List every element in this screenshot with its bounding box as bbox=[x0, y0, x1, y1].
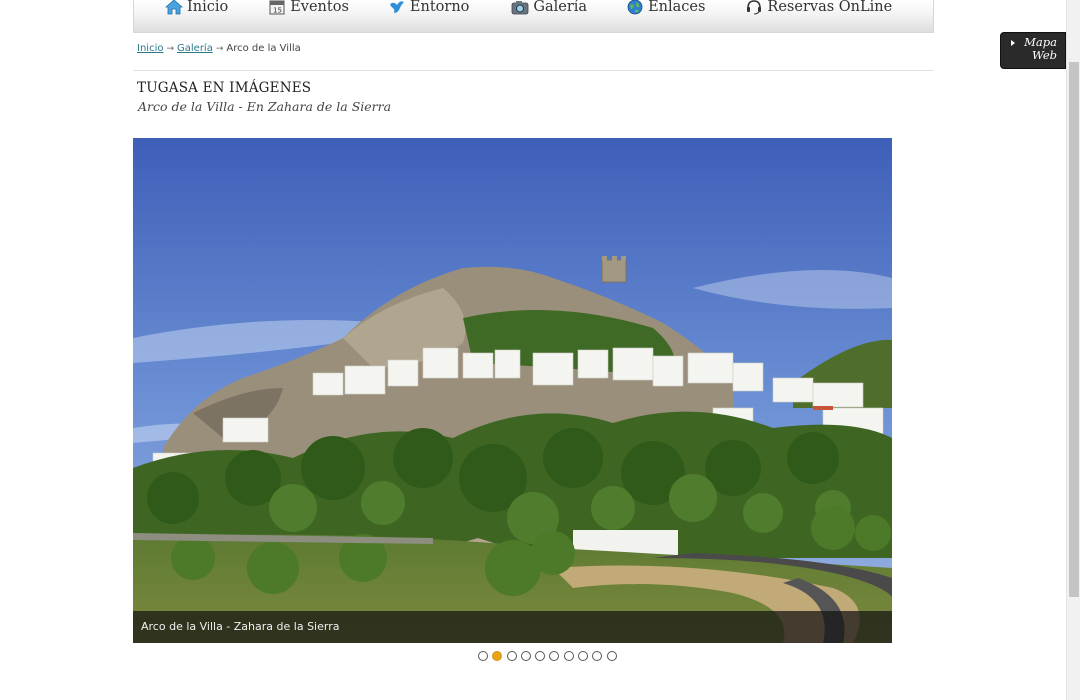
home-icon bbox=[164, 0, 184, 15]
slideshow-pager bbox=[478, 651, 617, 661]
pager-dot[interactable] bbox=[520, 651, 531, 661]
globe-icon bbox=[626, 0, 644, 15]
headset-icon bbox=[745, 0, 763, 15]
bird-icon bbox=[388, 0, 406, 15]
pager-dot[interactable] bbox=[492, 651, 503, 661]
nav-label: Enlaces bbox=[648, 0, 706, 15]
page-title: TUGASA EN IMÁGENES bbox=[137, 80, 312, 96]
svg-text:15: 15 bbox=[273, 7, 282, 15]
slideshow-image[interactable]: Arco de la Villa - Zahara de la Sierra bbox=[133, 138, 892, 643]
breadcrumb-arrow-icon: → bbox=[166, 43, 175, 54]
vertical-scrollbar[interactable] bbox=[1066, 0, 1080, 700]
village-photo bbox=[133, 138, 892, 643]
camera-icon bbox=[511, 0, 529, 15]
pager-dot[interactable] bbox=[478, 651, 488, 661]
pager-dot[interactable] bbox=[592, 651, 603, 661]
nav-label: Inicio bbox=[187, 0, 229, 15]
calendar-icon: 15 bbox=[268, 0, 286, 15]
nav-item-galeria[interactable]: Galería bbox=[511, 0, 587, 15]
nav-label: Galería bbox=[533, 0, 588, 15]
breadcrumb: Inicio → Galería → Arco de la Villa bbox=[137, 43, 301, 54]
play-arrow-icon bbox=[1011, 40, 1015, 46]
pager-dot[interactable] bbox=[549, 651, 560, 661]
pager-dot[interactable] bbox=[563, 651, 574, 661]
nav-item-inicio[interactable]: Inicio bbox=[164, 0, 229, 15]
breadcrumb-current: Arco de la Villa bbox=[226, 43, 301, 54]
slide-caption: Arco de la Villa - Zahara de la Sierra bbox=[133, 611, 892, 643]
nav-item-entorno[interactable]: Entorno bbox=[388, 0, 469, 15]
breadcrumb-link-galeria[interactable]: Galería bbox=[177, 43, 213, 54]
nav-label: Reservas OnLine bbox=[767, 0, 893, 15]
nav-label: Eventos bbox=[290, 0, 349, 15]
top-navigation: Inicio 15 Eventos Entorno Galería Enlace… bbox=[133, 0, 934, 33]
breadcrumb-link-inicio[interactable]: Inicio bbox=[137, 43, 163, 54]
pager-dot[interactable] bbox=[506, 651, 517, 661]
mapa-web-button[interactable]: Mapa Web bbox=[1000, 32, 1066, 69]
nav-item-eventos[interactable]: 15 Eventos bbox=[268, 0, 349, 15]
page-subtitle: Arco de la Villa - En Zahara de la Sierr… bbox=[138, 99, 392, 114]
pager-dot[interactable] bbox=[535, 651, 546, 661]
scrollbar-thumb[interactable] bbox=[1069, 62, 1079, 597]
mapa-web-line2: Web bbox=[1031, 48, 1057, 62]
divider bbox=[133, 70, 934, 71]
pager-dot[interactable] bbox=[606, 651, 617, 661]
nav-item-reservas[interactable]: Reservas OnLine bbox=[745, 0, 892, 15]
nav-item-enlaces[interactable]: Enlaces bbox=[626, 0, 705, 15]
breadcrumb-arrow-icon: → bbox=[215, 43, 224, 54]
nav-label: Entorno bbox=[409, 0, 470, 15]
pager-dot[interactable] bbox=[578, 651, 589, 661]
